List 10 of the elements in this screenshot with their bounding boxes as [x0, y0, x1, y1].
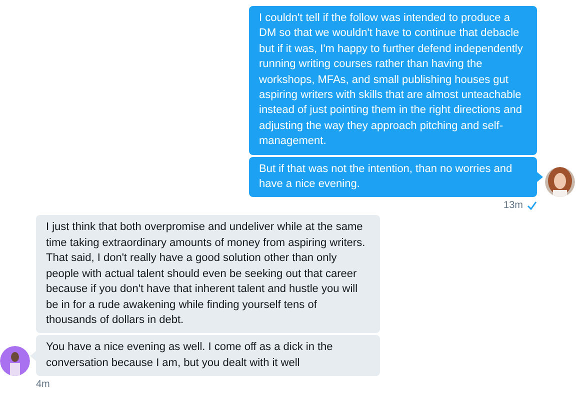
- avatar[interactable]: [545, 167, 575, 198]
- timestamp: 13m: [504, 200, 523, 212]
- message-bubble: You have a nice evening as well. I come off as a dick in the conversation because I am, but you dealt with it well: [36, 335, 380, 376]
- message-bubble: I just think that both overpromise and undeliver while at the same time taking extraordinary amounts of money from aspiring writers. That said, I don't really have a good solution other than only people with actual talent should even be seeking out that career because if you don't have that inherent talent and hustle you will be in for a rude awakening while finding yourself tens of thousands of dollars in debt.: [36, 215, 380, 334]
- message-bubble: But if that was not the intention, than no worries and have a nice evening.: [249, 156, 537, 198]
- timestamp: 4m: [36, 379, 50, 390]
- message-bubble: I couldn't tell if the follow was intended to produce a DM so that we wouldn't have to continue that debacle but if it was, I'm happy to further defend independently running writing courses rather than having the workshops, MFAs, and small publishing houses gut aspiring writers with skills that are almost unteachable instead of just pointing them in the right directions and adjusting the way they approach pitching and self-management.: [249, 6, 537, 155]
- bubble-tail: [537, 172, 543, 182]
- avatar[interactable]: [0, 346, 30, 376]
- bubble-tail: [30, 350, 36, 361]
